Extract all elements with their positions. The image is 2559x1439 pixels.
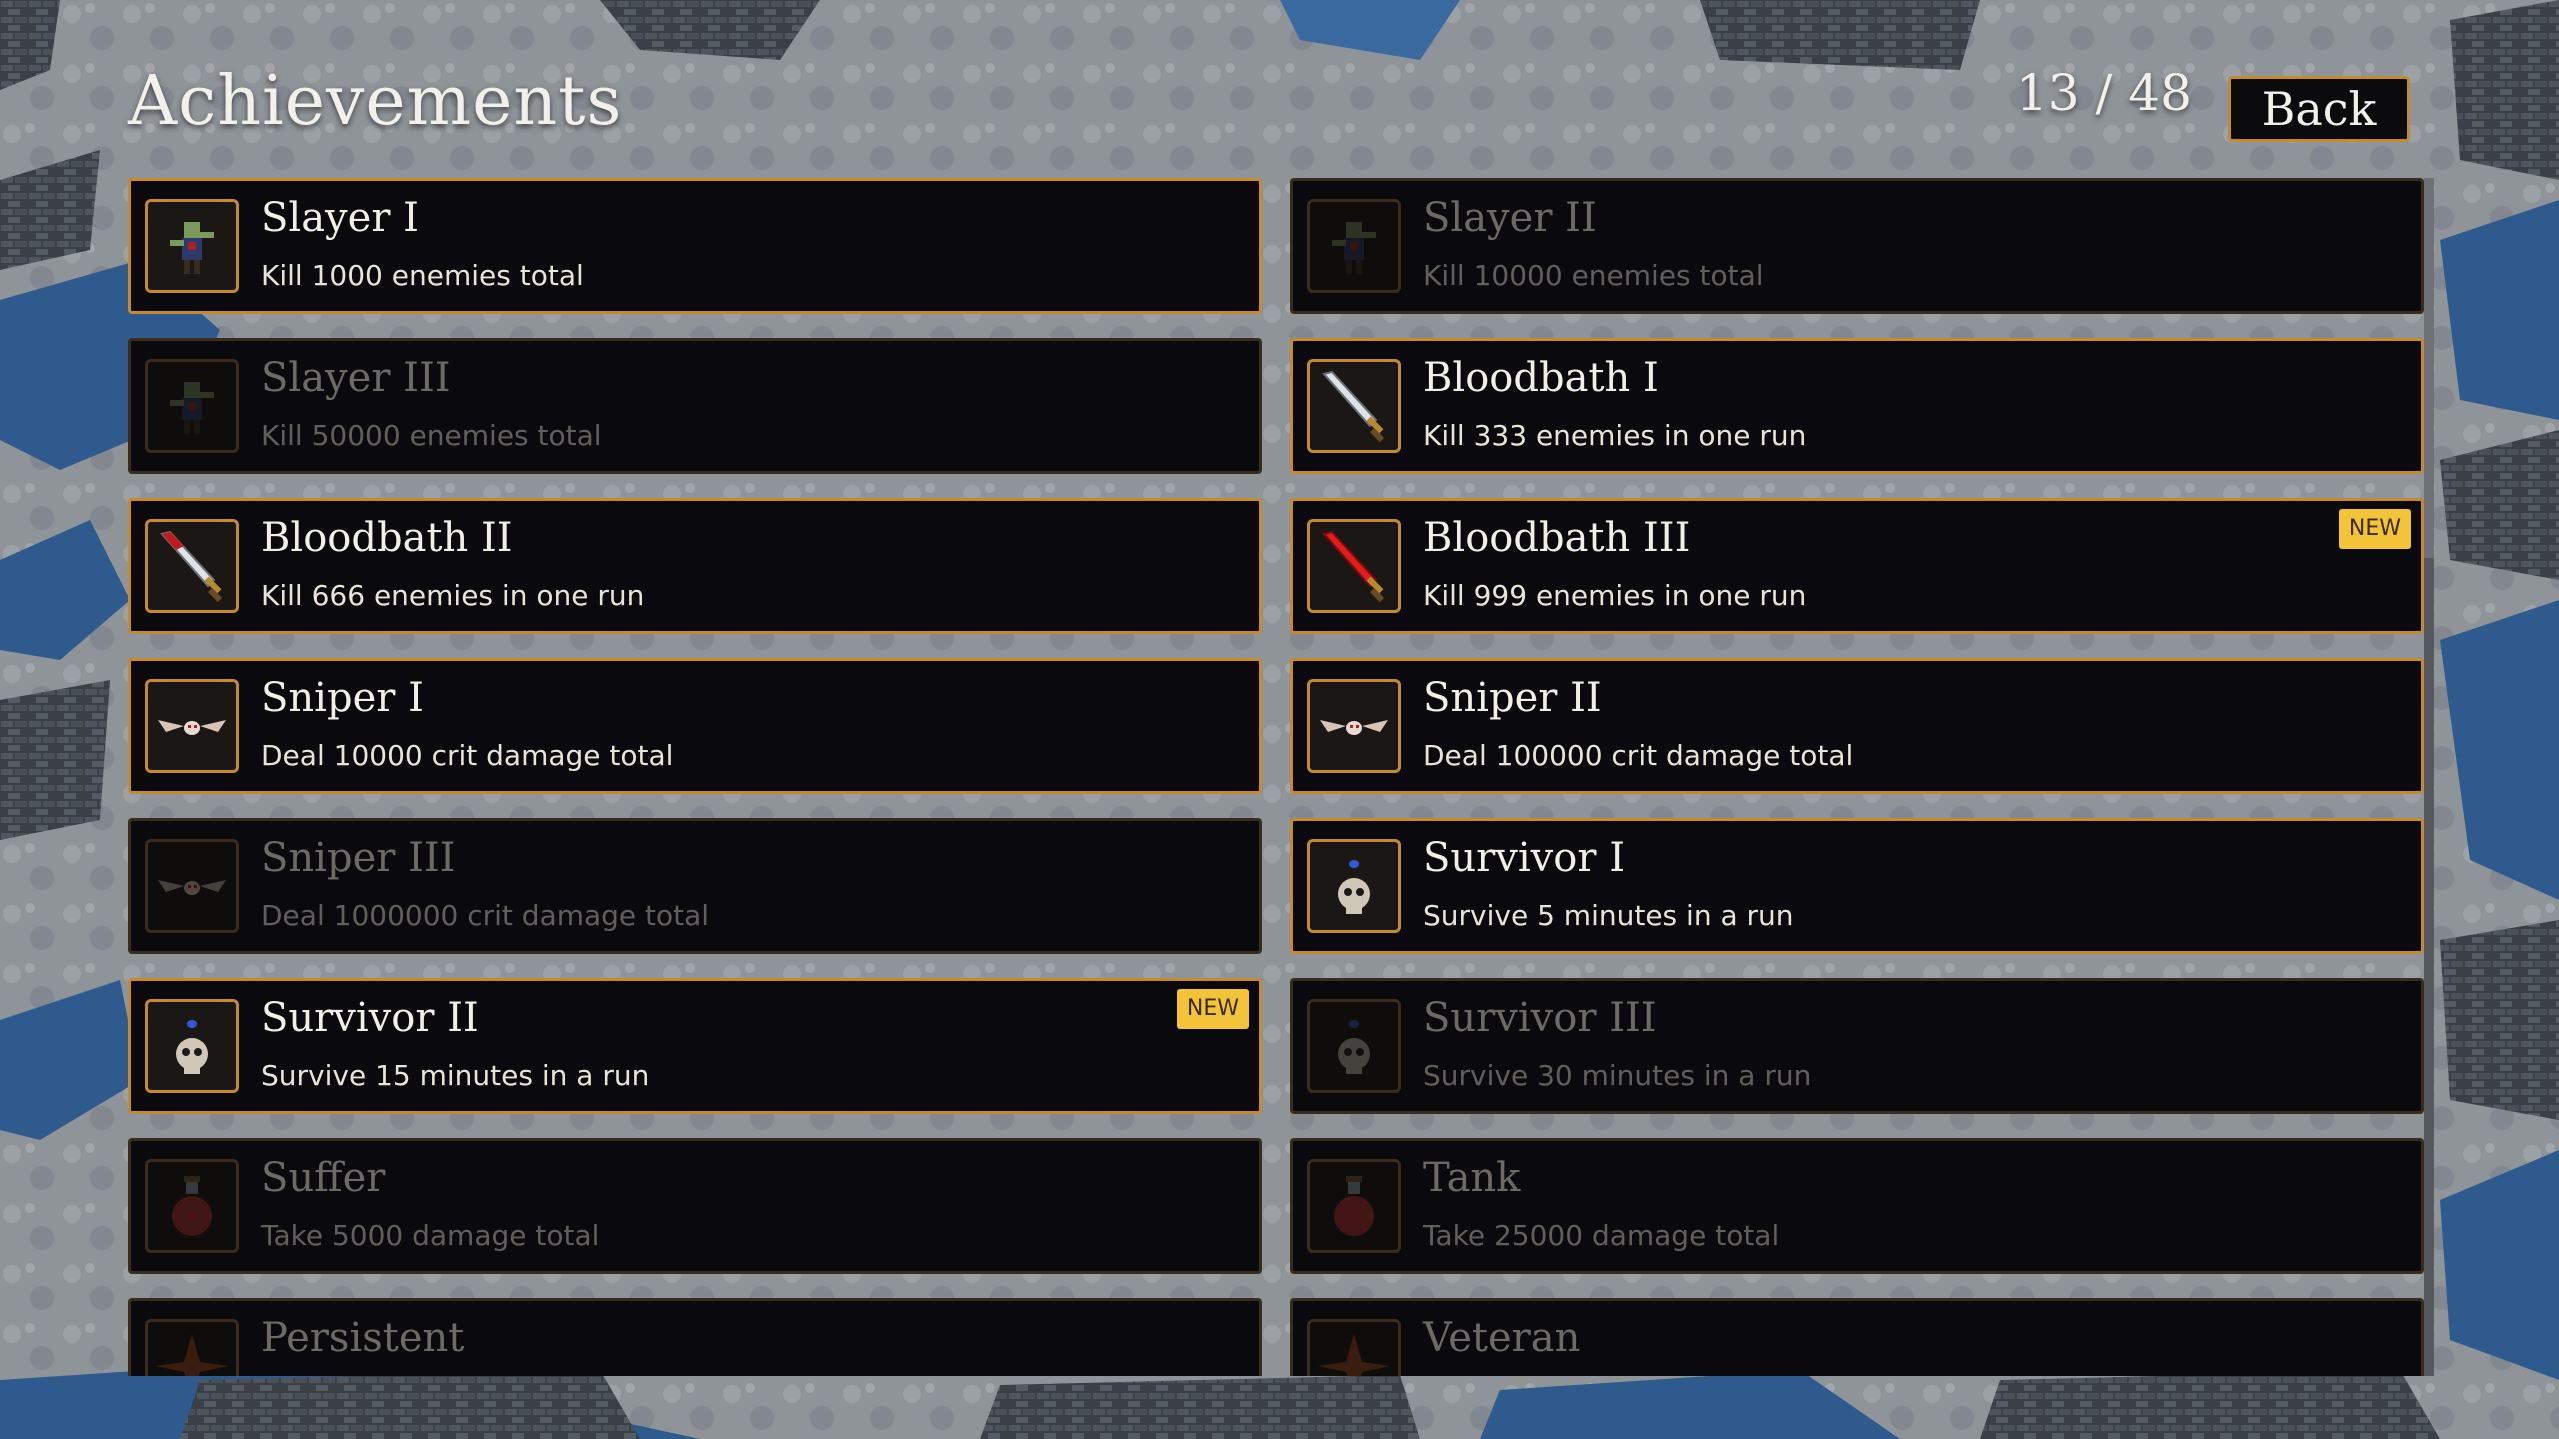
achievement-name: Persistent xyxy=(261,1315,465,1361)
zombie-icon xyxy=(145,359,239,453)
achievement-name: Sniper II xyxy=(1423,675,1602,721)
achievement-name: Bloodbath II xyxy=(261,515,513,561)
zombie-icon xyxy=(1307,199,1401,293)
achievement-counter: 13 / 48 xyxy=(2016,64,2192,122)
achievement-description: Kill 333 enemies in one run xyxy=(1423,419,1807,452)
achievement-card-survivor-3[interactable]: Survivor III Survive 30 minutes in a run xyxy=(1290,978,2424,1114)
achievement-name: Tank xyxy=(1423,1155,1521,1201)
achievement-name: Sniper I xyxy=(261,675,424,721)
achievement-card-veteran[interactable]: Veteran xyxy=(1290,1298,2424,1376)
potion-icon xyxy=(145,1159,239,1253)
scrollbar-track[interactable] xyxy=(2424,178,2434,1376)
achievement-card-persistent[interactable]: Persistent xyxy=(128,1298,1262,1376)
achievement-card-slayer-2[interactable]: Slayer II Kill 10000 enemies total xyxy=(1290,178,2424,314)
achievements-grid: Slayer I Kill 1000 enemies total Slayer II… xyxy=(128,178,2424,1376)
skull-icon xyxy=(1307,999,1401,1093)
achievement-card-tank[interactable]: Tank Take 25000 damage total xyxy=(1290,1138,2424,1274)
achievement-description: Deal 10000 crit damage total xyxy=(261,739,674,772)
achievement-name: Survivor II xyxy=(261,995,479,1041)
achievement-description: Kill 1000 enemies total xyxy=(261,259,584,292)
star-emblem-icon xyxy=(145,1319,239,1376)
achievement-card-bloodbath-2[interactable]: Bloodbath II Kill 666 enemies in one run xyxy=(128,498,1262,634)
achievement-description: Survive 30 minutes in a run xyxy=(1423,1059,1812,1092)
achievement-description: Kill 10000 enemies total xyxy=(1423,259,1764,292)
achievement-name: Slayer III xyxy=(261,355,451,401)
achievement-description: Deal 100000 crit damage total xyxy=(1423,739,1854,772)
achievement-card-slayer-3[interactable]: Slayer III Kill 50000 enemies total xyxy=(128,338,1262,474)
achievement-description: Deal 1000000 crit damage total xyxy=(261,899,710,932)
zombie-icon xyxy=(145,199,239,293)
achievement-description: Kill 999 enemies in one run xyxy=(1423,579,1807,612)
skull-icon xyxy=(145,999,239,1093)
achievement-name: Veteran xyxy=(1423,1315,1581,1361)
achievement-description: Kill 50000 enemies total xyxy=(261,419,602,452)
star-emblem-icon xyxy=(1307,1319,1401,1376)
back-button[interactable]: Back xyxy=(2228,76,2410,142)
achievement-description: Survive 5 minutes in a run xyxy=(1423,899,1794,932)
achievement-description: Take 25000 damage total xyxy=(1423,1219,1780,1252)
achievement-card-suffer[interactable]: Suffer Take 5000 damage total xyxy=(128,1138,1262,1274)
bloody-sword-icon xyxy=(145,519,239,613)
achievement-name: Sniper III xyxy=(261,835,456,881)
achievement-card-sniper-1[interactable]: Sniper I Deal 10000 crit damage total xyxy=(128,658,1262,794)
sword-icon xyxy=(1307,359,1401,453)
new-badge: NEW xyxy=(1176,989,1249,1029)
new-badge: NEW xyxy=(2338,509,2411,549)
red-sword-icon xyxy=(1307,519,1401,613)
achievement-card-slayer-1[interactable]: Slayer I Kill 1000 enemies total xyxy=(128,178,1262,314)
achievement-name: Survivor I xyxy=(1423,835,1625,881)
achievement-card-survivor-2[interactable]: Survivor II Survive 15 minutes in a run NE… xyxy=(128,978,1262,1114)
skull-icon xyxy=(1307,839,1401,933)
bat-icon xyxy=(145,839,239,933)
achievement-description: Take 5000 damage total xyxy=(261,1219,600,1252)
achievement-name: Survivor III xyxy=(1423,995,1657,1041)
achievement-card-sniper-2[interactable]: Sniper II Deal 100000 crit damage total xyxy=(1290,658,2424,794)
achievement-name: Bloodbath III xyxy=(1423,515,1691,561)
achievement-description: Kill 666 enemies in one run xyxy=(261,579,645,612)
bat-icon xyxy=(1307,679,1401,773)
achievement-name: Slayer I xyxy=(261,195,419,241)
achievement-name: Suffer xyxy=(261,1155,386,1201)
achievement-description: Survive 15 minutes in a run xyxy=(261,1059,650,1092)
potion-icon xyxy=(1307,1159,1401,1253)
achievement-card-bloodbath-3[interactable]: Bloodbath III Kill 999 enemies in one run… xyxy=(1290,498,2424,634)
achievement-card-sniper-3[interactable]: Sniper III Deal 1000000 crit damage total xyxy=(128,818,1262,954)
achievements-scroll-area[interactable]: Slayer I Kill 1000 enemies total Slayer II… xyxy=(128,178,2424,1376)
bat-icon xyxy=(145,679,239,773)
achievement-card-survivor-1[interactable]: Survivor I Survive 5 minutes in a run xyxy=(1290,818,2424,954)
achievement-name: Slayer II xyxy=(1423,195,1597,241)
page-title: Achievements xyxy=(128,62,623,141)
scrollbar-thumb[interactable] xyxy=(2424,178,2434,558)
achievement-name: Bloodbath I xyxy=(1423,355,1659,401)
achievement-card-bloodbath-1[interactable]: Bloodbath I Kill 333 enemies in one run xyxy=(1290,338,2424,474)
